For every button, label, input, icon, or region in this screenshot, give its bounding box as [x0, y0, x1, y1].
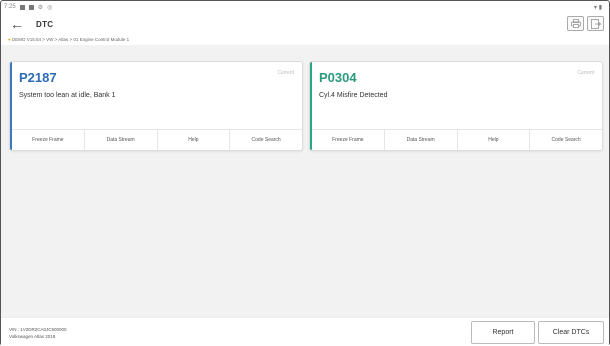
dtc-card[interactable]: P0304 Current Cyl.4 Misfire Detected Fre…	[309, 61, 603, 151]
vehicle-info: VIN : 1V2DR2CA0JC500000 Volkswagen Atlas…	[9, 326, 67, 340]
clear-dtcs-button[interactable]: Clear DTCs	[538, 321, 604, 344]
freeze-frame-button[interactable]: Freeze Frame	[12, 130, 84, 150]
signal-indicator: ▾ ▮	[594, 4, 602, 11]
back-arrow-icon[interactable]: ←	[10, 17, 24, 31]
vin-text: VIN : 1V2DR2CA0JC500000	[9, 327, 67, 332]
code-search-button[interactable]: Code Search	[229, 130, 302, 150]
location-icon: ◎	[47, 4, 53, 11]
dtc-actions: Freeze Frame Data Stream Help Code Searc…	[12, 129, 302, 150]
dtc-status: Current	[577, 70, 594, 76]
vehicle-name: Volkswagen Atlas 2018	[9, 334, 56, 339]
settings-icon: ⚙	[37, 4, 44, 11]
code-search-button[interactable]: Code Search	[529, 130, 602, 150]
help-button[interactable]: Help	[156, 130, 230, 150]
freeze-frame-button[interactable]: Freeze Frame	[312, 130, 384, 150]
dtc-description: Cyl.4 Misfire Detected	[319, 92, 388, 99]
data-stream-button[interactable]: Data Stream	[83, 130, 157, 150]
footer-bar: VIN : 1V2DR2CA0JC500000 Volkswagen Atlas…	[1, 317, 609, 346]
exit-icon	[590, 18, 601, 29]
notification-icon	[28, 4, 34, 10]
top-bar: ← DTC	[1, 12, 609, 36]
breadcrumb-text: DEMO V15.54 > VW > Atlas > 01 Engine Con…	[11, 37, 130, 42]
app-window: 7:25 ⚙ ◎ ▾ ▮ ← DTC ● DEMO V15.54 > VW > …	[0, 0, 610, 346]
dtc-status: Current	[277, 70, 294, 76]
dtc-code: P2187	[19, 70, 57, 85]
breadcrumb: ● DEMO V15.54 > VW > Atlas > 01 Engine C…	[8, 37, 129, 42]
dtc-description: System too lean at idle, Bank 1	[19, 92, 116, 99]
report-button[interactable]: Report	[471, 321, 535, 344]
breadcrumb-marker-icon: ●	[8, 37, 11, 42]
page-title: DTC	[36, 19, 54, 29]
print-button[interactable]	[567, 16, 584, 31]
status-bar: 7:25 ⚙ ◎ ▾ ▮	[4, 2, 606, 12]
data-stream-button[interactable]: Data Stream	[383, 130, 457, 150]
print-icon	[570, 19, 581, 28]
dtc-list: P2187 Current System too lean at idle, B…	[1, 45, 609, 317]
dtc-code: P0304	[319, 70, 357, 85]
notification-icon	[19, 4, 25, 10]
status-time: 7:25	[4, 4, 16, 10]
help-button[interactable]: Help	[456, 130, 530, 150]
dtc-actions: Freeze Frame Data Stream Help Code Searc…	[312, 129, 602, 150]
dtc-card[interactable]: P2187 Current System too lean at idle, B…	[9, 61, 303, 151]
exit-button[interactable]	[587, 16, 604, 31]
